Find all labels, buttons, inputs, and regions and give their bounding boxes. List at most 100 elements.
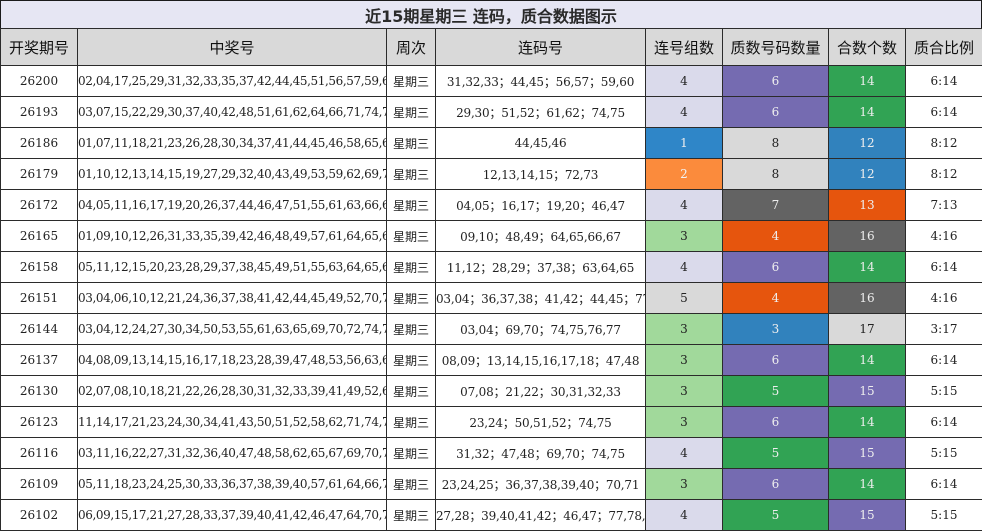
cell-groups: 4 bbox=[646, 97, 723, 128]
cell-weekday: 星期三 bbox=[387, 376, 436, 407]
header-composites: 合数个数 bbox=[829, 29, 906, 66]
cell-consecutive: 09,10；48,49；64,65,66,67 bbox=[436, 221, 646, 252]
cell-ratio: 6:14 bbox=[906, 345, 982, 376]
cell-consecutive: 29,30；51,52；61,62；74,75 bbox=[436, 97, 646, 128]
cell-groups: 3 bbox=[646, 376, 723, 407]
table-body: 2620002,04,17,25,29,31,32,33,35,37,42,44… bbox=[1, 66, 982, 531]
cell-ratio: 5:15 bbox=[906, 438, 982, 469]
cell-weekday: 星期三 bbox=[387, 407, 436, 438]
cell-numbers: 03,04,06,10,12,21,24,36,37,38,41,42,44,4… bbox=[78, 283, 387, 314]
cell-period: 26130 bbox=[1, 376, 78, 407]
cell-period: 26151 bbox=[1, 283, 78, 314]
table-row: 2618601,07,11,18,21,23,26,28,30,34,37,41… bbox=[1, 128, 982, 159]
cell-groups: 4 bbox=[646, 500, 723, 531]
cell-composites: 17 bbox=[829, 314, 906, 345]
cell-groups: 3 bbox=[646, 407, 723, 438]
cell-weekday: 星期三 bbox=[387, 97, 436, 128]
cell-weekday: 星期三 bbox=[387, 159, 436, 190]
cell-primes: 3 bbox=[723, 314, 829, 345]
header-numbers: 中奖号 bbox=[78, 29, 387, 66]
cell-primes: 8 bbox=[723, 128, 829, 159]
cell-composites: 14 bbox=[829, 469, 906, 500]
table-row: 2617901,10,12,13,14,15,19,27,29,32,40,43… bbox=[1, 159, 982, 190]
cell-ratio: 5:15 bbox=[906, 376, 982, 407]
cell-period: 26165 bbox=[1, 221, 78, 252]
header-consecutive: 连码号 bbox=[436, 29, 646, 66]
cell-numbers: 05,11,18,23,24,25,30,33,36,37,38,39,40,5… bbox=[78, 469, 387, 500]
table-row: 2615805,11,12,15,20,23,28,29,37,38,45,49… bbox=[1, 252, 982, 283]
cell-primes: 5 bbox=[723, 438, 829, 469]
cell-groups: 4 bbox=[646, 190, 723, 221]
cell-primes: 5 bbox=[723, 500, 829, 531]
cell-groups: 2 bbox=[646, 159, 723, 190]
cell-numbers: 06,09,15,17,21,27,28,33,37,39,40,41,42,4… bbox=[78, 500, 387, 531]
cell-period: 26186 bbox=[1, 128, 78, 159]
cell-composites: 16 bbox=[829, 221, 906, 252]
cell-primes: 7 bbox=[723, 190, 829, 221]
cell-primes: 6 bbox=[723, 66, 829, 97]
cell-numbers: 04,08,09,13,14,15,16,17,18,23,28,39,47,4… bbox=[78, 345, 387, 376]
cell-consecutive: 12,13,14,15；72,73 bbox=[436, 159, 646, 190]
cell-consecutive: 27,28；39,40,41,42；46,47；77,78,79 bbox=[436, 500, 646, 531]
cell-groups: 4 bbox=[646, 66, 723, 97]
cell-composites: 12 bbox=[829, 128, 906, 159]
header-ratio: 质合比例 bbox=[906, 29, 982, 66]
cell-weekday: 星期三 bbox=[387, 345, 436, 376]
cell-weekday: 星期三 bbox=[387, 66, 436, 97]
cell-groups: 3 bbox=[646, 345, 723, 376]
cell-period: 26144 bbox=[1, 314, 78, 345]
chart-root: 近15期星期三 连码，质合数据图示 开奖期号中奖号周次连码号连号组数质数号码数量… bbox=[0, 0, 982, 530]
cell-composites: 15 bbox=[829, 376, 906, 407]
cell-period: 26179 bbox=[1, 159, 78, 190]
cell-composites: 13 bbox=[829, 190, 906, 221]
cell-numbers: 01,07,11,18,21,23,26,28,30,34,37,41,44,4… bbox=[78, 128, 387, 159]
cell-consecutive: 44,45,46 bbox=[436, 128, 646, 159]
header-primes: 质数号码数量 bbox=[723, 29, 829, 66]
table-row: 2610206,09,15,17,21,27,28,33,37,39,40,41… bbox=[1, 500, 982, 531]
cell-primes: 6 bbox=[723, 469, 829, 500]
cell-period: 26193 bbox=[1, 97, 78, 128]
cell-weekday: 星期三 bbox=[387, 128, 436, 159]
cell-composites: 15 bbox=[829, 438, 906, 469]
header-weekday: 周次 bbox=[387, 29, 436, 66]
cell-ratio: 6:14 bbox=[906, 66, 982, 97]
cell-period: 26172 bbox=[1, 190, 78, 221]
header-row: 开奖期号中奖号周次连码号连号组数质数号码数量合数个数质合比例 bbox=[1, 29, 982, 66]
cell-ratio: 5:15 bbox=[906, 500, 982, 531]
cell-primes: 6 bbox=[723, 97, 829, 128]
cell-ratio: 6:14 bbox=[906, 407, 982, 438]
cell-consecutive: 11,12；28,29；37,38；63,64,65 bbox=[436, 252, 646, 283]
cell-ratio: 6:14 bbox=[906, 97, 982, 128]
table-row: 2613002,07,08,10,18,21,22,26,28,30,31,32… bbox=[1, 376, 982, 407]
cell-consecutive: 04,05；16,17；19,20；46,47 bbox=[436, 190, 646, 221]
cell-period: 26200 bbox=[1, 66, 78, 97]
header-groups: 连号组数 bbox=[646, 29, 723, 66]
cell-consecutive: 03,04；36,37,38；41,42；44,45；77,78 bbox=[436, 283, 646, 314]
cell-groups: 1 bbox=[646, 128, 723, 159]
cell-period: 26137 bbox=[1, 345, 78, 376]
table-row: 2610905,11,18,23,24,25,30,33,36,37,38,39… bbox=[1, 469, 982, 500]
table-row: 2614403,04,12,24,27,30,34,50,53,55,61,63… bbox=[1, 314, 982, 345]
cell-period: 26109 bbox=[1, 469, 78, 500]
cell-weekday: 星期三 bbox=[387, 314, 436, 345]
cell-primes: 6 bbox=[723, 345, 829, 376]
cell-numbers: 11,14,17,21,23,24,30,34,41,43,50,51,52,5… bbox=[78, 407, 387, 438]
table-row: 2613704,08,09,13,14,15,16,17,18,23,28,39… bbox=[1, 345, 982, 376]
cell-period: 26158 bbox=[1, 252, 78, 283]
cell-composites: 12 bbox=[829, 159, 906, 190]
cell-numbers: 01,10,12,13,14,15,19,27,29,32,40,43,49,5… bbox=[78, 159, 387, 190]
cell-numbers: 03,07,15,22,29,30,37,40,42,48,51,61,62,6… bbox=[78, 97, 387, 128]
cell-composites: 14 bbox=[829, 252, 906, 283]
cell-numbers: 05,11,12,15,20,23,28,29,37,38,45,49,51,5… bbox=[78, 252, 387, 283]
cell-period: 26116 bbox=[1, 438, 78, 469]
cell-numbers: 04,05,11,16,17,19,20,26,37,44,46,47,51,5… bbox=[78, 190, 387, 221]
cell-weekday: 星期三 bbox=[387, 252, 436, 283]
cell-consecutive: 08,09；13,14,15,16,17,18；47,48 bbox=[436, 345, 646, 376]
cell-composites: 14 bbox=[829, 66, 906, 97]
cell-period: 26102 bbox=[1, 500, 78, 531]
cell-composites: 16 bbox=[829, 283, 906, 314]
cell-primes: 4 bbox=[723, 221, 829, 252]
cell-ratio: 6:14 bbox=[906, 469, 982, 500]
cell-groups: 3 bbox=[646, 469, 723, 500]
cell-primes: 4 bbox=[723, 283, 829, 314]
